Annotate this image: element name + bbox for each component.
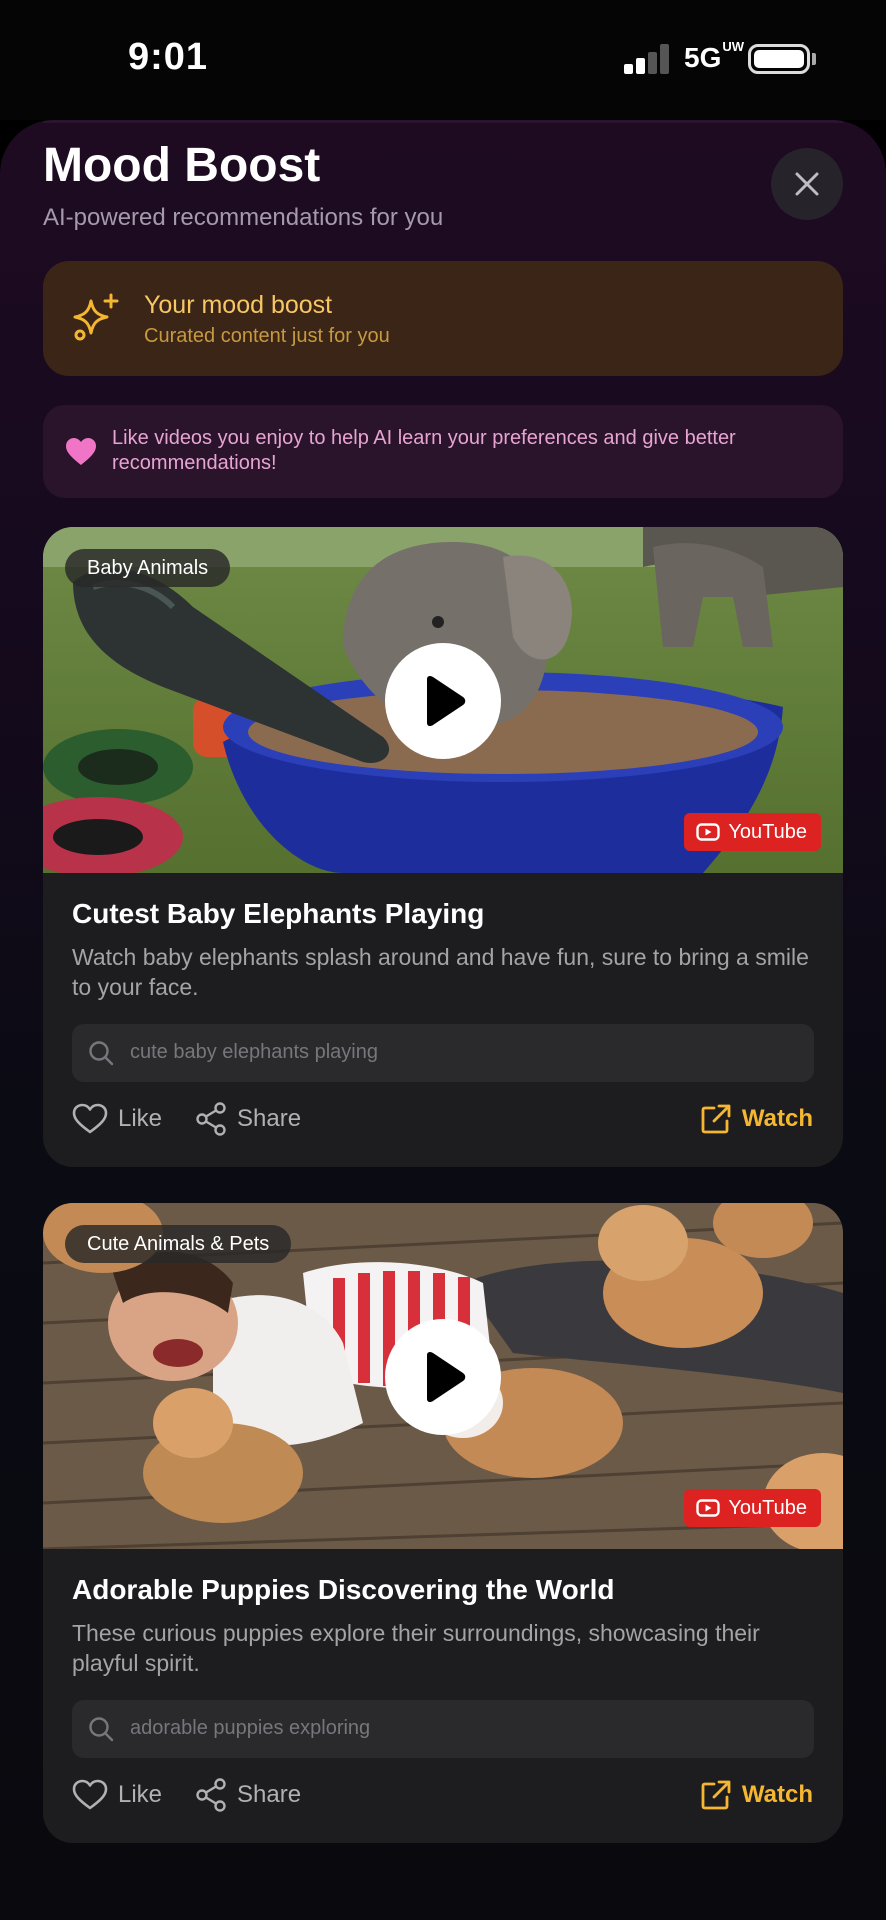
sheet-divider: [43, 120, 843, 123]
play-icon: [427, 1351, 466, 1403]
video-thumbnail[interactable]: Baby Animals YouTube: [43, 527, 843, 873]
status-time: 9:01: [128, 36, 209, 78]
play-button[interactable]: [385, 1319, 501, 1435]
sparkles-icon: [73, 293, 119, 341]
like-label: Like: [118, 1105, 163, 1132]
video-card[interactable]: Cute Animals & Pets YouTube Adorable Pup…: [43, 1203, 843, 1843]
platform-label: YouTube: [728, 1496, 807, 1519]
video-card[interactable]: Baby Animals YouTube Cutest Baby Elephan…: [43, 527, 843, 1167]
search-query-field[interactable]: cute baby elephants playing: [72, 1024, 814, 1082]
youtube-badge: YouTube: [684, 1489, 821, 1527]
heart-outline-icon: [72, 1779, 108, 1810]
external-link-icon: [701, 1780, 731, 1810]
tip-banner: Like videos you enjoy to help AI learn y…: [43, 405, 843, 498]
video-thumbnail[interactable]: Cute Animals & Pets YouTube: [43, 1203, 843, 1549]
battery-icon: [748, 44, 810, 74]
video-title: Cutest Baby Elephants Playing: [72, 898, 485, 929]
heart-icon: [66, 438, 96, 465]
signal-icon: [624, 44, 670, 74]
boost-subtitle: Curated content just for you: [144, 325, 390, 347]
watch-label: Watch: [741, 1781, 813, 1808]
search-query-text: adorable puppies exploring: [130, 1717, 371, 1739]
tip-text: Like videos you enjoy to help AI learn y…: [112, 427, 736, 474]
watch-label: Watch: [741, 1105, 813, 1132]
youtube-icon: [696, 823, 721, 841]
close-button[interactable]: [771, 148, 843, 220]
category-tag: Cute Animals & Pets: [65, 1225, 292, 1263]
heart-outline-icon: [72, 1103, 108, 1134]
share-icon: [196, 1102, 226, 1136]
platform-label: YouTube: [728, 820, 807, 843]
share-label: Share: [237, 1781, 302, 1808]
network-indicator: 5GUW: [684, 38, 745, 73]
external-link-icon: [701, 1104, 731, 1134]
like-label: Like: [118, 1781, 163, 1808]
youtube-badge: YouTube: [684, 813, 821, 851]
mood-boost-sheet: Mood Boost AI-powered recommendations fo…: [0, 120, 886, 1920]
close-icon: [795, 172, 819, 196]
search-icon: [89, 1717, 114, 1742]
watch-button[interactable]: Watch: [700, 1099, 813, 1139]
search-icon: [89, 1041, 114, 1066]
watch-button[interactable]: Watch: [700, 1775, 813, 1815]
video-title: Adorable Puppies Discovering the World: [72, 1574, 615, 1605]
share-label: Share: [237, 1105, 302, 1132]
search-query-text: cute baby elephants playing: [130, 1041, 378, 1063]
share-button[interactable]: Share: [195, 1099, 301, 1139]
search-query-field[interactable]: adorable puppies exploring: [72, 1700, 814, 1758]
video-description: Watch baby elephants splash around and h…: [72, 944, 809, 1000]
like-button[interactable]: Like: [72, 1775, 162, 1815]
share-icon: [196, 1778, 226, 1812]
status-bar: 9:01 5GUW: [0, 0, 886, 120]
boost-title: Your mood boost: [144, 291, 333, 319]
category-tag: Baby Animals: [65, 549, 231, 587]
play-button[interactable]: [385, 643, 501, 759]
page-title: Mood Boost: [43, 139, 321, 192]
battery-cap: [812, 53, 816, 65]
video-description: These curious puppies explore their surr…: [72, 1620, 760, 1676]
youtube-icon: [696, 1499, 721, 1517]
play-icon: [427, 675, 466, 727]
mood-boost-card: Your mood boost Curated content just for…: [43, 261, 843, 376]
share-button[interactable]: Share: [195, 1775, 301, 1815]
page-subtitle: AI-powered recommendations for you: [43, 204, 444, 231]
like-button[interactable]: Like: [72, 1099, 162, 1139]
